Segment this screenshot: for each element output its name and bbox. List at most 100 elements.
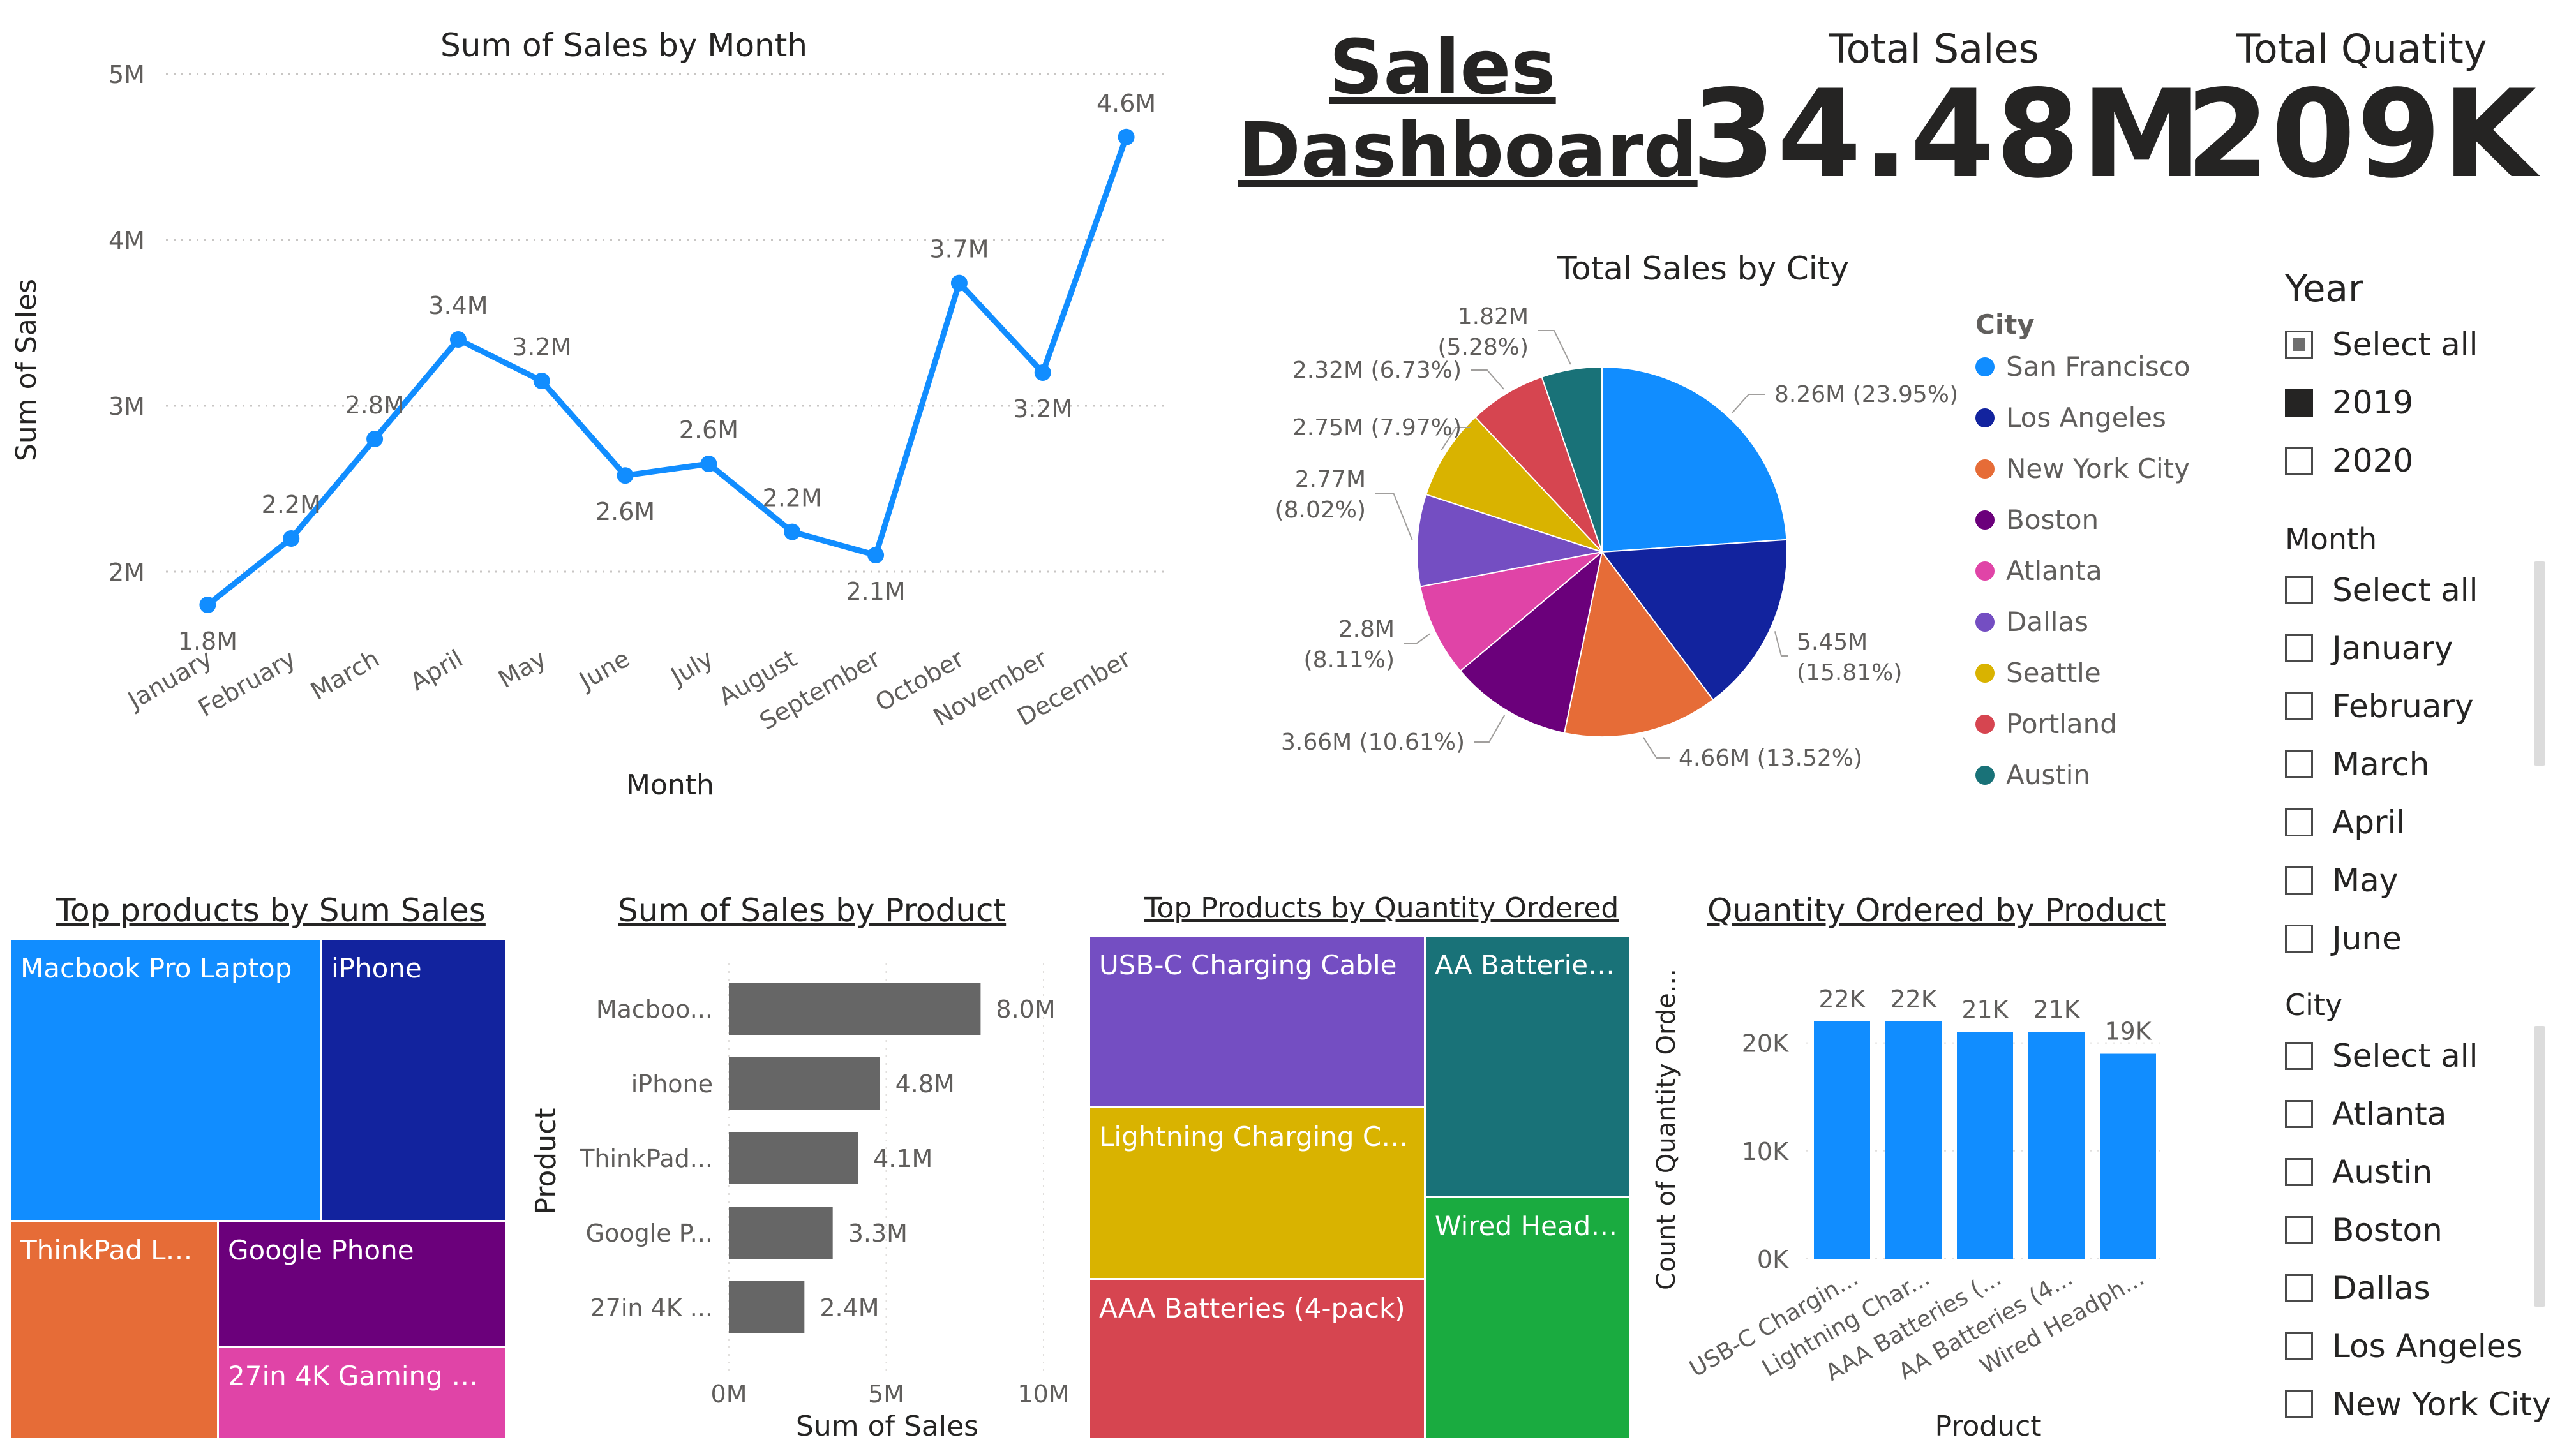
slicer-item-year-slicer[interactable]: 2020 bbox=[2285, 438, 2413, 483]
checkbox[interactable] bbox=[2285, 1042, 2313, 1070]
line-data-label: 1.8M bbox=[178, 627, 237, 655]
pie-legend-label: Boston bbox=[2006, 504, 2099, 535]
vbar-y-tick-label: 20K bbox=[1742, 1030, 1789, 1058]
vbar-data-label: 22K bbox=[1890, 985, 1937, 1013]
treemap-tile-iphone[interactable]: iPhone bbox=[320, 938, 507, 1222]
slicer-item-month-slicer[interactable]: June bbox=[2285, 916, 2402, 961]
slicer-item-year-slicer[interactable]: Select all bbox=[2285, 322, 2478, 367]
pie-leader-line bbox=[1375, 493, 1413, 540]
pie-legend-item[interactable]: New York City bbox=[1975, 453, 2190, 484]
checkbox[interactable] bbox=[2285, 447, 2313, 475]
slicer-item-month-slicer[interactable]: Select all bbox=[2285, 568, 2478, 613]
hbar-category-label: iPhone bbox=[631, 1070, 713, 1098]
line-data-point bbox=[867, 547, 885, 563]
pie-legend-item[interactable]: Boston bbox=[1975, 504, 2099, 535]
line-data-label: 2.6M bbox=[595, 498, 655, 526]
vbar-bar bbox=[1885, 1021, 1942, 1259]
checkbox[interactable] bbox=[2285, 1158, 2313, 1186]
checkbox[interactable] bbox=[2285, 1216, 2313, 1244]
hbar-x-tick-label: 0M bbox=[711, 1380, 747, 1408]
vbar-x-axis-title: Product bbox=[1935, 1410, 2041, 1443]
pie-legend-title: City bbox=[1975, 309, 2035, 340]
checkbox[interactable] bbox=[2285, 576, 2313, 604]
pie-legend-item[interactable]: San Francisco bbox=[1975, 351, 2190, 382]
dashboard-title-line1: Sales bbox=[1329, 23, 1556, 111]
slicer-item-month-slicer[interactable]: May bbox=[2285, 858, 2398, 903]
quantity-by-product-column-chart[interactable]: 0K10K20K22KUSB-C Chargin...22KLightning … bbox=[1640, 938, 2215, 1455]
checkbox[interactable] bbox=[2285, 750, 2313, 778]
vbar-data-label: 21K bbox=[2033, 996, 2080, 1024]
treemap-tile-aaa-batteries[interactable]: AAA Batteries (4-pack) bbox=[1088, 1278, 1426, 1440]
pie-legend-item[interactable]: Portland bbox=[1975, 708, 2117, 739]
checkbox[interactable] bbox=[2285, 808, 2313, 836]
treemap-tile-wired-headphones[interactable]: Wired Headp... bbox=[1424, 1196, 1631, 1440]
month-slicer-scrollbar[interactable] bbox=[2534, 561, 2545, 766]
checkbox[interactable] bbox=[2285, 925, 2313, 953]
total-quantity-value: 209K bbox=[2185, 64, 2538, 205]
vbar-data-label: 19K bbox=[2104, 1018, 2152, 1046]
line-x-tick-label: June bbox=[574, 644, 634, 695]
treemap-tile-thinkpad[interactable]: ThinkPad Lapt... bbox=[10, 1220, 219, 1440]
slicer-item-city-slicer[interactable]: Select all bbox=[2285, 1034, 2478, 1078]
line-data-label: 2.1M bbox=[846, 577, 905, 605]
treemap-tile-27in-monitor[interactable]: 27in 4K Gaming Mon... bbox=[217, 1346, 507, 1440]
hbar-x-tick-label: 5M bbox=[868, 1380, 904, 1408]
sales-by-month-line-chart[interactable]: 2M3M4M5M1.8MJanuary2.2MFebruary2.8MMarch… bbox=[0, 0, 1225, 804]
checkbox[interactable] bbox=[2285, 389, 2313, 417]
slicer-item-city-slicer[interactable]: Boston bbox=[2285, 1208, 2443, 1252]
hbar-data-label: 2.4M bbox=[820, 1294, 879, 1322]
treemap-tile-lightning[interactable]: Lightning Charging Cable bbox=[1088, 1106, 1426, 1280]
line-data-point bbox=[199, 597, 216, 613]
checkbox[interactable] bbox=[2285, 634, 2313, 662]
checkbox[interactable] bbox=[2285, 692, 2313, 720]
legend-color-swatch bbox=[1975, 765, 1995, 785]
hbar-bar bbox=[729, 983, 981, 1035]
slicer-item-city-slicer[interactable]: Los Angeles bbox=[2285, 1324, 2523, 1369]
pie-legend-item[interactable]: Dallas bbox=[1975, 606, 2088, 637]
pie-data-label-value: 1.82M bbox=[1458, 304, 1529, 330]
sales-by-product-bar-chart[interactable]: 0M 5M 10M 8.0M Macboo... 4.8M iPhone 4.1M ThinkP… bbox=[523, 944, 1072, 1455]
slicer-item-city-slicer[interactable]: Atlanta bbox=[2285, 1092, 2446, 1136]
slicer-item-city-slicer[interactable]: Dallas bbox=[2285, 1266, 2430, 1311]
hbar-bar bbox=[729, 1207, 833, 1259]
pie-leader-line bbox=[1474, 715, 1506, 743]
pie-legend-label: Dallas bbox=[2006, 606, 2089, 637]
sales-by-city-pie-chart[interactable]: 8.26M (23.95%) 5.45M (15.81%) 4.66M (13.52%… bbox=[1251, 268, 1966, 829]
checkbox[interactable] bbox=[2285, 331, 2313, 359]
pie-data-label-value: 2.8M bbox=[1338, 616, 1395, 643]
pie-legend-item[interactable]: Austin bbox=[1975, 759, 2090, 791]
treemap-tile-usb-c[interactable]: USB-C Charging Cable bbox=[1088, 935, 1426, 1108]
legend-color-swatch bbox=[1975, 612, 1995, 632]
slicer-item-city-slicer[interactable]: New York City bbox=[2285, 1382, 2551, 1427]
month-slicer-title: Month bbox=[2285, 522, 2377, 556]
slicer-item-month-slicer[interactable]: January bbox=[2285, 626, 2453, 671]
pie-leader-line bbox=[1643, 737, 1670, 759]
slicer-item-month-slicer[interactable]: February bbox=[2285, 684, 2474, 729]
slicer-item-city-slicer[interactable]: Austin bbox=[2285, 1150, 2432, 1194]
pie-legend-item[interactable]: Atlanta bbox=[1975, 555, 2102, 586]
checkbox[interactable] bbox=[2285, 1390, 2313, 1418]
hbar-bar bbox=[729, 1281, 805, 1333]
checkbox[interactable] bbox=[2285, 866, 2313, 895]
slicer-item-month-slicer[interactable]: April bbox=[2285, 800, 2405, 845]
hbar-category-label: Google P... bbox=[586, 1219, 713, 1247]
pie-legend-item[interactable]: Seattle bbox=[1975, 657, 2101, 688]
treemap-tile-google-phone[interactable]: Google Phone bbox=[217, 1220, 507, 1348]
checkbox[interactable] bbox=[2285, 1332, 2313, 1360]
pie-data-label-percent: (8.02%) bbox=[1275, 497, 1366, 523]
legend-color-swatch bbox=[1975, 663, 1995, 683]
product-bar-title: Sum of Sales by Product bbox=[618, 892, 1007, 929]
pie-legend-item[interactable]: Los Angeles bbox=[1975, 402, 2166, 433]
line-y-tick-label: 2M bbox=[109, 558, 145, 586]
slicer-item-month-slicer[interactable]: March bbox=[2285, 742, 2429, 787]
slicer-item-label: 2019 bbox=[2332, 384, 2414, 421]
slicer-item-year-slicer[interactable]: 2019 bbox=[2285, 380, 2413, 425]
checkbox[interactable] bbox=[2285, 1274, 2313, 1302]
slicer-item-label: January bbox=[2332, 630, 2453, 667]
checkbox[interactable] bbox=[2285, 1100, 2313, 1128]
legend-color-swatch bbox=[1975, 459, 1995, 479]
treemap-tile-aa-batteries[interactable]: AA Batteries (... bbox=[1424, 935, 1631, 1198]
city-slicer-scrollbar[interactable] bbox=[2534, 1026, 2545, 1307]
slicer-item-label: June bbox=[2332, 920, 2402, 957]
treemap-tile-macbook[interactable]: Macbook Pro Laptop bbox=[10, 938, 322, 1222]
